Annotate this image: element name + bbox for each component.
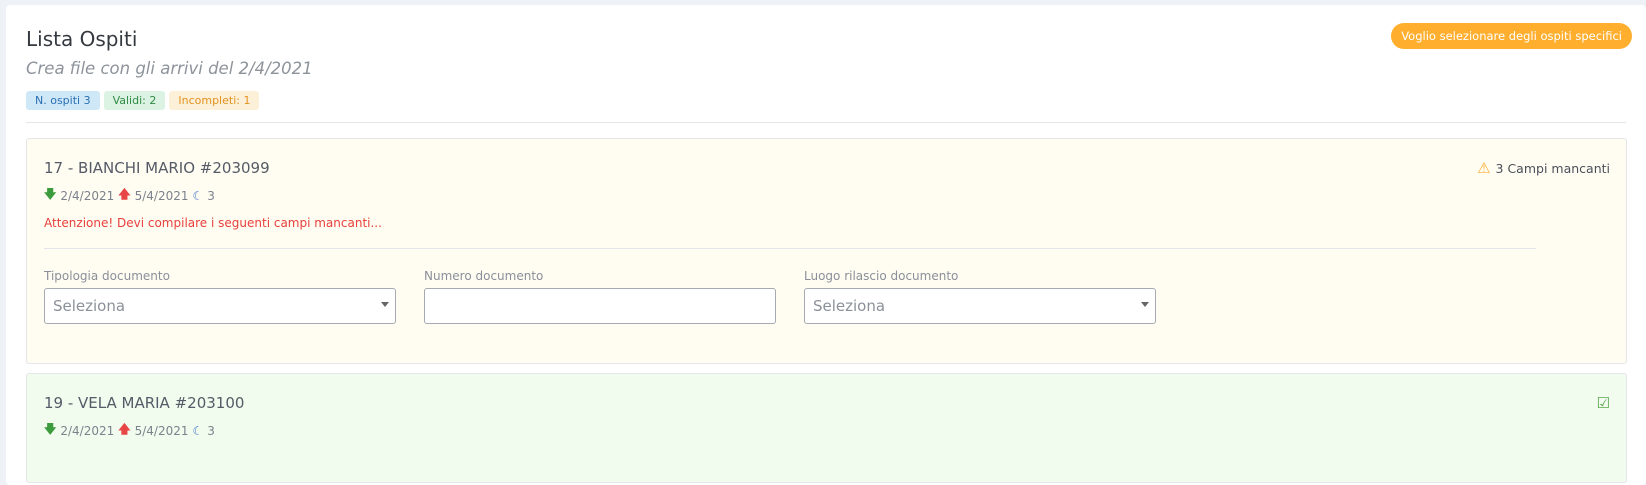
- arrival-date: 2/4/2021: [60, 423, 115, 438]
- missing-fields-label: 3 Campi mancanti: [1495, 160, 1610, 176]
- arrival-arrow-icon: 🡇: [44, 422, 57, 436]
- guest-card-valid: 19 - VELA MARIA #203100 🡇 2/4/2021 🡅 5/4…: [26, 373, 1627, 483]
- departure-arrow-icon: 🡅: [118, 422, 131, 436]
- departure-date: 5/4/2021: [134, 188, 189, 203]
- valid-count-badge: Validi: 2: [103, 91, 166, 110]
- warning-icon: ⚠: [1477, 159, 1491, 177]
- document-place-select[interactable]: Seleziona: [804, 288, 1156, 324]
- document-number-input[interactable]: [424, 288, 776, 324]
- document-place-value: Seleziona: [813, 297, 886, 315]
- document-place-field: Luogo rilascio documento Seleziona: [804, 269, 1156, 324]
- nights-count: 3: [207, 188, 215, 203]
- moon-icon: ☾: [192, 188, 204, 203]
- moon-icon: ☾: [192, 423, 204, 438]
- document-number-field: Numero documento: [424, 269, 776, 324]
- stay-info: 🡇 2/4/2021 🡅 5/4/2021 ☾ 3: [44, 420, 215, 441]
- document-type-field: Tipologia documento Seleziona: [44, 269, 396, 324]
- chevron-down-icon: [381, 302, 389, 307]
- divider: [44, 248, 1536, 249]
- nights-count: 3: [207, 423, 215, 438]
- missing-fields-status: ⚠ 3 Campi mancanti: [1477, 159, 1610, 177]
- document-type-value: Seleziona: [53, 297, 126, 315]
- guest-name: 19 - VELA MARIA #203100: [44, 394, 245, 412]
- stay-info: 🡇 2/4/2021 🡅 5/4/2021 ☾ 3: [44, 185, 215, 206]
- page-title: Lista Ospiti: [26, 27, 138, 51]
- incomplete-count-badge: Incompleti: 1: [169, 91, 260, 110]
- document-place-label: Luogo rilascio documento: [804, 269, 959, 283]
- select-specific-guests-button[interactable]: Voglio selezionare degli ospiti specific…: [1391, 23, 1632, 49]
- guest-list-panel: Lista Ospiti Crea file con gli arrivi de…: [6, 5, 1646, 485]
- missing-fields-alert: Attenzione! Devi compilare i seguenti ca…: [44, 216, 382, 230]
- guests-count-badge: N. ospiti 3: [26, 91, 100, 110]
- check-square-icon: ☑: [1596, 394, 1610, 412]
- departure-arrow-icon: 🡅: [118, 187, 131, 201]
- document-type-select[interactable]: Seleziona: [44, 288, 396, 324]
- summary-badges: N. ospiti 3 Validi: 2 Incompleti: 1: [26, 91, 260, 110]
- chevron-down-icon: [1141, 302, 1149, 307]
- page-subtitle: Crea file con gli arrivi del 2/4/2021: [26, 59, 313, 78]
- arrival-arrow-icon: 🡇: [44, 187, 57, 201]
- document-number-label: Numero documento: [424, 269, 544, 283]
- arrival-date: 2/4/2021: [60, 188, 115, 203]
- divider: [26, 122, 1626, 123]
- guest-name: 17 - BIANCHI MARIO #203099: [44, 159, 270, 177]
- guest-card-incomplete: 17 - BIANCHI MARIO #203099 🡇 2/4/2021 🡅 …: [26, 138, 1627, 364]
- departure-date: 5/4/2021: [134, 423, 189, 438]
- document-type-label: Tipologia documento: [44, 269, 170, 283]
